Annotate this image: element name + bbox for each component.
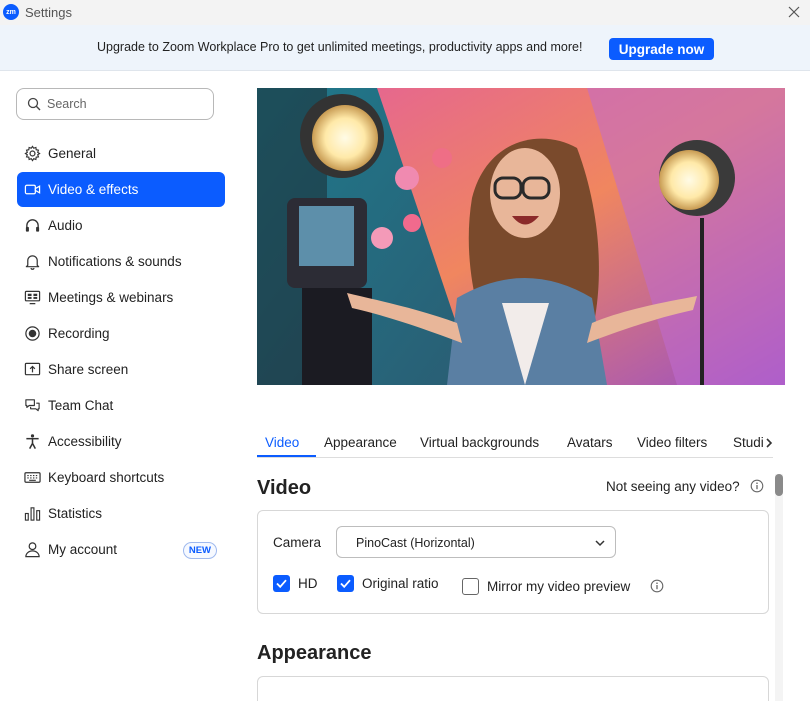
chat-bubbles-icon [23,397,41,415]
close-icon[interactable] [784,2,804,22]
tab-avatars[interactable]: Avatars [567,435,613,450]
camera-select[interactable]: PinoCast (Horizontal) [336,526,616,558]
zoom-logo-icon: zm [3,4,19,20]
window-title: Settings [25,5,72,20]
appearance-card [257,676,769,701]
search-placeholder: Search [47,97,87,111]
sidebar: Search General Video & effects Audio Not… [0,71,240,701]
sidebar-item-audio[interactable]: Audio [17,208,225,243]
chevron-right-icon[interactable] [765,437,773,449]
sidebar-item-label: Team Chat [48,398,114,413]
camera-label: Camera [273,535,322,550]
person-icon [23,541,41,559]
video-section-title: Video [257,477,312,499]
tab-video-filters[interactable]: Video filters [637,435,707,450]
sidebar-item-statistics[interactable]: Statistics [17,496,225,531]
content-scrollbar[interactable] [775,474,783,701]
appearance-section-title: Appearance [257,642,372,664]
hd-checkbox[interactable] [273,575,290,592]
tab-virtual-backgrounds[interactable]: Virtual backgrounds [420,435,539,450]
hd-label: HD [298,576,318,591]
sidebar-item-my-account[interactable]: My account NEW [17,532,225,567]
scrollbar-thumb[interactable] [775,474,783,496]
sidebar-item-notifications[interactable]: Notifications & sounds [17,244,225,279]
search-input[interactable]: Search [16,88,214,120]
meeting-screen-icon [23,289,41,307]
original-ratio-label: Original ratio [362,576,439,591]
sidebar-item-meetings-webinars[interactable]: Meetings & webinars [17,280,225,315]
sidebar-item-label: Video & effects [48,182,139,197]
new-badge: NEW [182,542,217,559]
tab-appearance[interactable]: Appearance [324,435,397,450]
camera-select-value: PinoCast (Horizontal) [356,536,475,550]
sidebar-item-label: Recording [48,326,110,341]
sidebar-item-label: My account [48,542,118,557]
sidebar-item-team-chat[interactable]: Team Chat [17,388,225,423]
info-icon[interactable] [650,579,664,593]
tab-studio[interactable]: Studio [733,435,763,450]
record-icon [23,325,41,343]
upgrade-banner: Upgrade to Zoom Workplace Pro to get unl… [0,25,810,71]
original-ratio-checkbox[interactable] [337,575,354,592]
bar-chart-icon [23,505,41,523]
sidebar-item-label: Statistics [48,506,103,521]
search-icon [27,97,41,111]
sidebar-item-label: Accessibility [48,434,122,449]
banner-text: Upgrade to Zoom Workplace Pro to get unl… [97,40,583,54]
title-bar: zm Settings [0,0,810,25]
not-seeing-video-link[interactable]: Not seeing any video? [606,479,740,494]
keyboard-icon [23,469,41,487]
sidebar-item-label: Audio [48,218,83,233]
accessibility-icon [23,433,41,451]
sidebar-item-accessibility[interactable]: Accessibility [17,424,225,459]
info-icon[interactable] [750,479,764,493]
gear-icon [23,145,41,163]
checkmark-icon [340,579,351,589]
checkmark-icon [276,579,287,589]
video-settings-tabs: Video Appearance Virtual backgrounds Ava… [257,430,773,458]
sidebar-item-label: Share screen [48,362,129,377]
video-camera-icon [23,181,41,199]
sidebar-item-general[interactable]: General [17,136,225,171]
share-screen-icon [23,361,41,379]
bell-icon [23,253,41,271]
sidebar-item-share-screen[interactable]: Share screen [17,352,225,387]
logo-text: zm [6,8,16,16]
sidebar-item-keyboard-shortcuts[interactable]: Keyboard shortcuts [17,460,225,495]
sidebar-item-label: Notifications & sounds [48,254,182,269]
headphones-icon [23,217,41,235]
sidebar-item-label: Meetings & webinars [48,290,174,305]
upgrade-now-button[interactable]: Upgrade now [609,38,714,60]
video-preview [257,88,785,385]
active-tab-indicator [257,455,316,457]
sidebar-item-video-effects[interactable]: Video & effects [17,172,225,207]
sidebar-item-label: General [48,146,97,161]
tab-video[interactable]: Video [265,435,299,450]
mirror-video-checkbox[interactable] [462,578,479,595]
mirror-video-label: Mirror my video preview [487,579,631,594]
chevron-down-icon [595,540,605,547]
sidebar-item-recording[interactable]: Recording [17,316,225,351]
sidebar-item-label: Keyboard shortcuts [48,470,165,485]
